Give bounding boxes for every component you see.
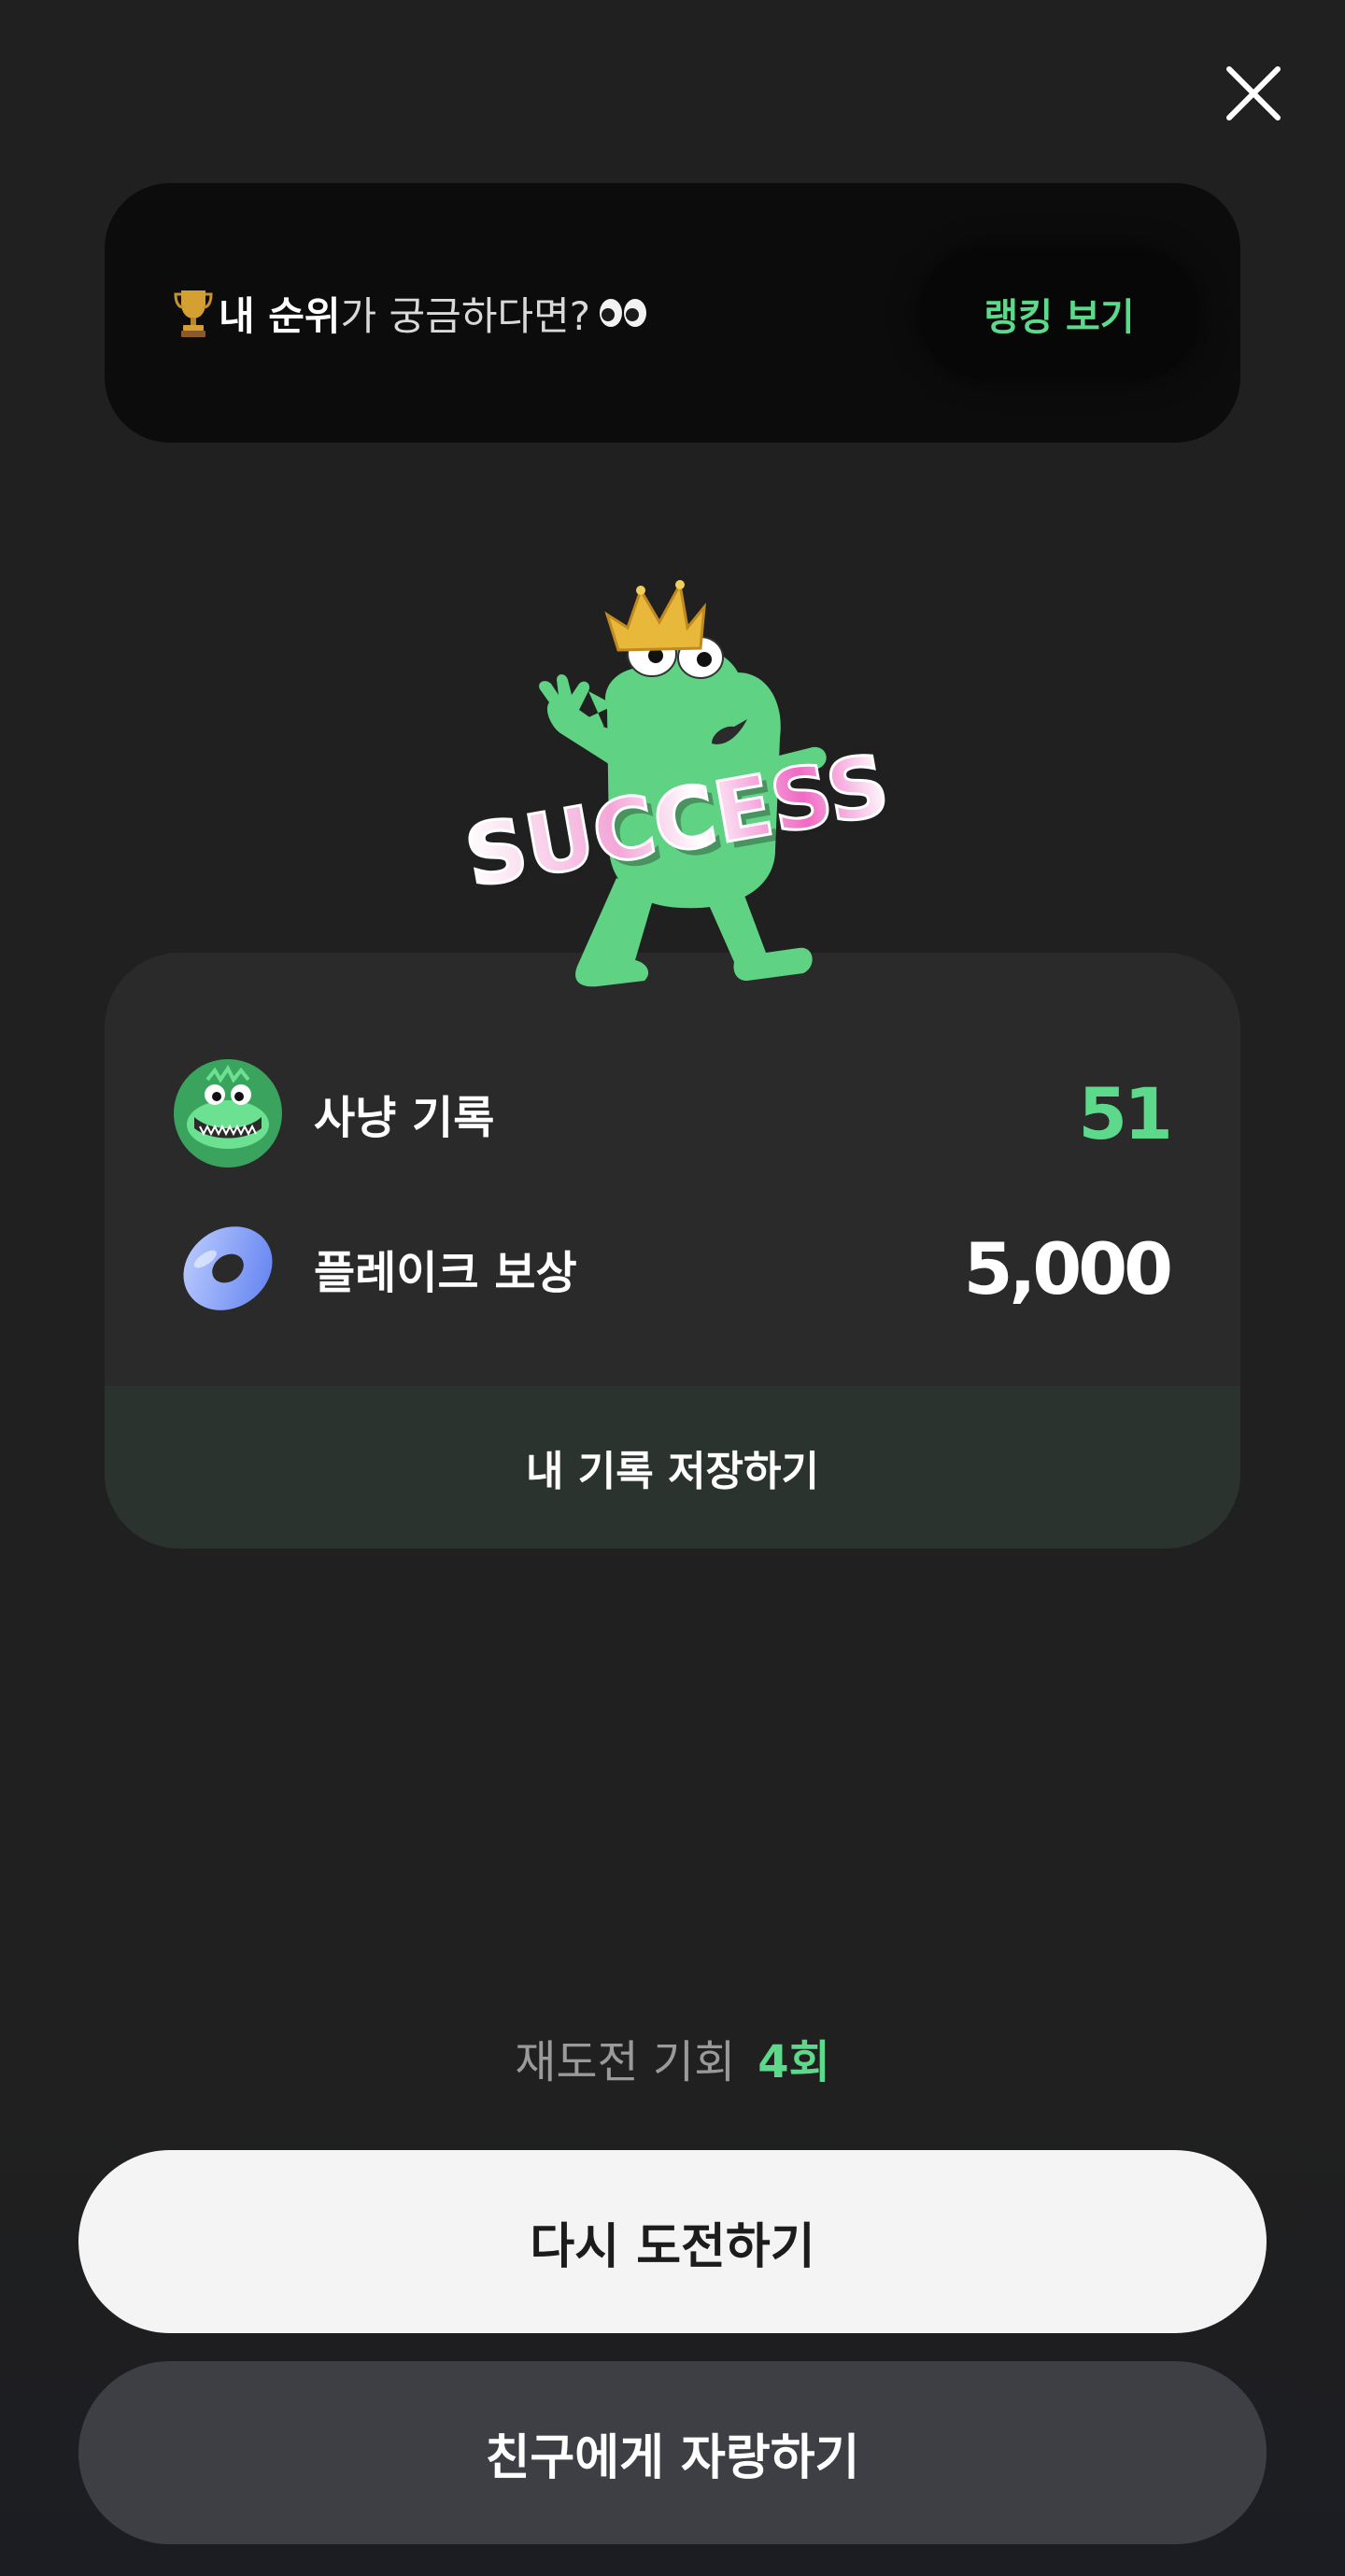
flake-reward-label: 플레이크 보상 (314, 1247, 577, 1299)
close-icon (1220, 60, 1287, 127)
ranking-banner: 내 순위 가 궁금하다면? 랭킹 보기 (105, 183, 1240, 443)
ranking-prompt: 내 순위 가 궁금하다면? (174, 183, 648, 443)
flake-reward-value: 5,000 (963, 1226, 1173, 1310)
trophy-icon (174, 287, 213, 339)
dino-avatar-icon (174, 1059, 282, 1168)
eyes-icon (598, 296, 648, 330)
view-ranking-button[interactable]: 랭킹 보기 (919, 248, 1199, 379)
retry-chances: 재도전 기회 4회 (0, 2025, 1345, 2090)
save-record-button[interactable]: 내 기록 저장하기 (105, 1386, 1240, 1549)
retry-button[interactable]: 다시 도전하기 (78, 2150, 1267, 2333)
share-with-friends-button[interactable]: 친구에게 자랑하기 (78, 2361, 1267, 2544)
retry-chances-label: 재도전 기회 (515, 2036, 736, 2088)
ranking-prompt-rest: 가 궁금하다면? (340, 292, 591, 339)
ranking-prompt-strong: 내 순위 (219, 292, 341, 339)
result-card: 사냥 기록 51 플레이크 보상 5,000 내 기록 저장하기 (105, 953, 1240, 1549)
hunt-record-value: 51 (1078, 1071, 1173, 1155)
flake-reward-row: 플레이크 보상 5,000 (174, 1214, 1173, 1323)
close-button[interactable] (1220, 60, 1287, 127)
hunt-record-row: 사냥 기록 51 (174, 1059, 1173, 1168)
retry-chances-count: 4회 (757, 2036, 830, 2088)
blue-donut-icon (174, 1214, 282, 1323)
success-mascot: SUCCESS SUCCESS (467, 570, 887, 1009)
hunt-record-label: 사냥 기록 (314, 1092, 495, 1144)
